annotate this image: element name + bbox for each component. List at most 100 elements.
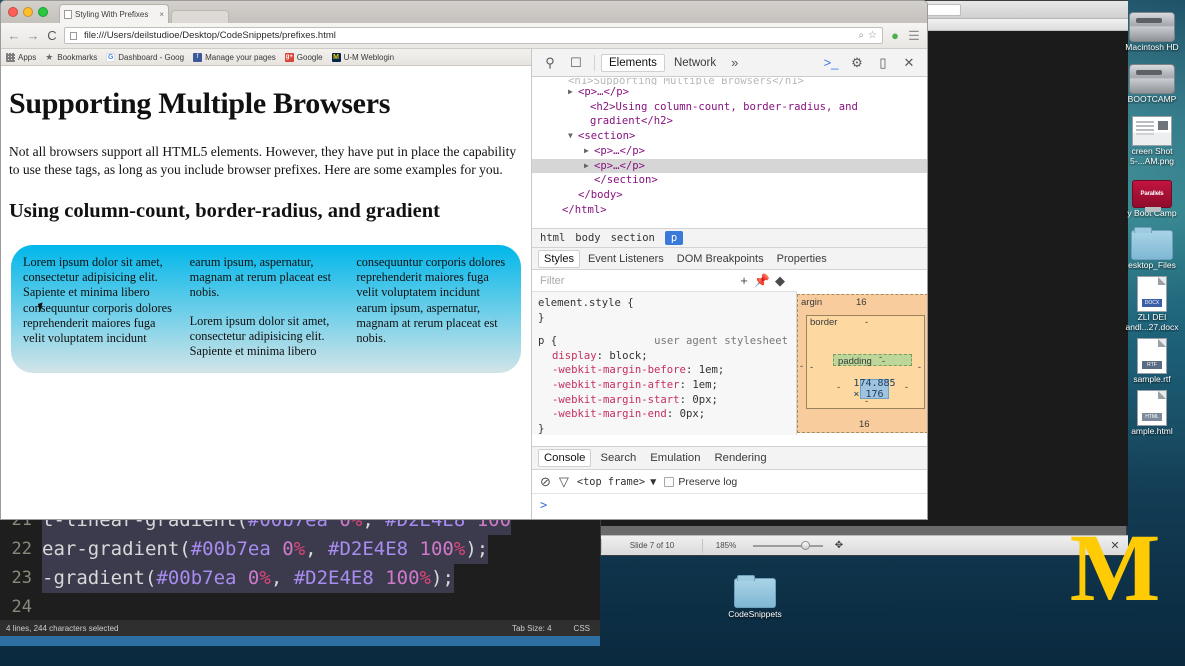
declaration-property[interactable]: -webkit-margin-start (552, 394, 680, 406)
margin-bottom-value[interactable]: 16 (859, 419, 870, 430)
chevron-down-icon[interactable]: ▼ (650, 476, 656, 488)
back-button[interactable]: ← (7, 29, 21, 43)
bookmark-dashboard[interactable]: G Dashboard - Goog (106, 53, 184, 62)
tab-styles[interactable]: Styles (538, 250, 580, 268)
desktop-icon-sample-html[interactable]: HTML ample.html (1119, 386, 1185, 436)
declaration[interactable]: -webkit-margin-end: 0px; (538, 407, 796, 422)
declaration-value[interactable]: 1em; (699, 364, 725, 376)
padding-left-value[interactable]: - (837, 382, 840, 393)
dom-row-selected[interactable]: ▶ <p>…</p> (532, 159, 927, 174)
tab-size-status[interactable]: Tab Size: 4 (512, 624, 574, 633)
bookmark-um-weblogin[interactable]: M U-M Weblogin (332, 53, 395, 62)
maximize-window-button[interactable] (38, 7, 48, 17)
box-model-content-size[interactable]: 174.885 × 176 (860, 379, 889, 399)
rule-header[interactable]: p { user agent stylesheet (538, 334, 796, 349)
syntax-mode-status[interactable]: CSS (574, 624, 600, 633)
desktop-icon-bootcamp[interactable]: BOOTCAMP (1119, 54, 1185, 104)
clear-console-icon[interactable]: ⊘ (540, 474, 551, 490)
menu-icon[interactable]: ☰ (907, 29, 921, 43)
console-input[interactable]: > (532, 494, 927, 516)
code-editor-window[interactable]: 21 t-linear-gradient(#00b7ea 0%, #D2E4E8… (0, 506, 600, 636)
zoom-search-icon[interactable]: ⌕ (858, 30, 864, 41)
zoom-level-label[interactable]: 185% (703, 541, 749, 550)
dom-row[interactable]: ▼ <section> (532, 129, 927, 144)
tab-elements[interactable]: Elements (601, 54, 665, 72)
code-line[interactable]: 23 -gradient(#00b7ea 0%, #D2E4E8 100%); (0, 564, 600, 593)
declaration[interactable]: display: block; (538, 349, 796, 364)
browser-tab-inactive[interactable] (171, 10, 229, 23)
dom-tree[interactable]: <h1>Supporting Multiple Browsers</h1> ▶ … (532, 77, 927, 228)
breadcrumb-p[interactable]: p (665, 231, 683, 245)
tab-dom-breakpoints[interactable]: DOM Breakpoints (672, 251, 769, 267)
reload-button[interactable]: C (45, 29, 59, 43)
breadcrumb-section[interactable]: section (611, 232, 655, 244)
styles-rules-list[interactable]: element.style { } p { user agent stylesh… (532, 292, 797, 435)
declaration-value[interactable]: 0px; (692, 394, 718, 406)
code-text[interactable]: ear-gradient(#00b7ea 0%, #D2E4E8 100%); (42, 535, 488, 564)
search-inspect-icon[interactable]: ⚲ (538, 52, 562, 74)
declaration-value[interactable]: 1em; (692, 379, 718, 391)
browser-tab-active[interactable]: Styling With Prefixes × (59, 4, 169, 23)
declaration[interactable]: -webkit-margin-before: 1em; (538, 363, 796, 378)
collapse-triangle-icon[interactable]: ▼ (568, 129, 578, 144)
window-traffic-lights[interactable] (8, 7, 48, 17)
more-tabs-button[interactable]: » (725, 55, 744, 70)
box-model-border[interactable]: border - - - - padding - - - - 174.885 ×… (806, 315, 925, 409)
box-model-margin[interactable]: argin 16 16 - border - - - - padding - - (797, 294, 927, 433)
tab-search[interactable]: Search (595, 450, 641, 466)
tab-rendering[interactable]: Rendering (710, 450, 772, 466)
checkbox[interactable] (664, 477, 674, 487)
box-model-padding[interactable]: padding - - - - 174.885 × 176 (833, 354, 912, 366)
desktop-icon-bootcamp-parallels[interactable]: Parallels y Boot Camp (1119, 168, 1185, 218)
declaration[interactable]: -webkit-margin-after: 1em; (538, 378, 796, 393)
extension-icon[interactable]: ● (888, 29, 902, 43)
console-prompt-icon[interactable]: >_ (819, 52, 843, 74)
expand-triangle-icon[interactable]: ▶ (584, 144, 594, 159)
bookmark-bookmarks[interactable]: ★ Bookmarks (45, 53, 97, 62)
declaration-value[interactable]: block; (609, 350, 647, 362)
code-line[interactable]: 24 (0, 593, 600, 622)
desktop-icon-screenshot[interactable]: creen Shot 5-...AM.png (1119, 106, 1185, 166)
chrome-browser-window[interactable]: Styling With Prefixes × ← → C file:///Us… (0, 0, 928, 520)
breadcrumb-body[interactable]: body (575, 232, 600, 244)
close-window-button[interactable] (8, 7, 18, 17)
page-viewport[interactable]: Supporting Multiple Browsers Not all bro… (1, 73, 531, 520)
device-toolbar-icon[interactable]: ☐ (564, 52, 588, 74)
border-top-value[interactable]: - (865, 317, 868, 328)
declaration[interactable]: -webkit-margin-start: 0px; (538, 393, 796, 408)
desktop-icon-desktop-files[interactable]: esktop_Files (1119, 220, 1185, 270)
dock-side-icon[interactable]: ▯ (871, 52, 895, 74)
dom-row[interactable]: <h2>Using column-count, border-radius, a… (532, 100, 927, 129)
filter-input[interactable]: Filter (540, 275, 564, 287)
padding-right-value[interactable]: - (905, 382, 908, 393)
frame-selector[interactable]: <top frame> ▼ (577, 476, 656, 488)
margin-left-value[interactable]: - (800, 361, 803, 372)
plus-icon[interactable]: + (735, 273, 753, 288)
rule-selector[interactable]: p { (538, 335, 557, 347)
bookmark-google[interactable]: g+ Google (285, 53, 323, 62)
border-left-value[interactable]: - (810, 362, 813, 373)
tab-properties[interactable]: Properties (772, 251, 832, 267)
desktop-icon-docx[interactable]: DOCX ZLI DEI andl...27.docx (1119, 272, 1185, 332)
desktop-icon-sample-rtf[interactable]: RTF sample.rtf (1119, 334, 1185, 384)
minimize-window-button[interactable] (23, 7, 33, 17)
tab-event-listeners[interactable]: Event Listeners (583, 251, 669, 267)
tab-emulation[interactable]: Emulation (645, 450, 705, 466)
bookmark-apps[interactable]: Apps (6, 53, 36, 62)
code-text[interactable]: -gradient(#00b7ea 0%, #D2E4E8 100%); (42, 564, 454, 593)
filter-funnel-icon[interactable]: ▽ (559, 474, 569, 490)
declaration-property[interactable]: -webkit-margin-before (552, 364, 686, 376)
devtools-drawer[interactable]: Console Search Emulation Rendering ⊘ ▽ <… (532, 446, 927, 520)
zoom-slider-knob[interactable] (801, 541, 810, 550)
rule-selector[interactable]: element.style { (538, 296, 796, 311)
margin-top-value[interactable]: 16 (856, 297, 867, 308)
dom-row[interactable]: </body> (532, 188, 927, 203)
pin-icon[interactable]: 📌 (753, 273, 771, 289)
element-state-icon[interactable]: ◆ (771, 273, 789, 289)
declaration-property[interactable]: -webkit-margin-end (552, 408, 667, 420)
declaration-property[interactable]: -webkit-margin-after (552, 379, 680, 391)
close-icon[interactable]: ✕ (897, 52, 921, 74)
breadcrumb-html[interactable]: html (540, 232, 565, 244)
border-right-value[interactable]: - (918, 362, 921, 373)
padding-bottom-value[interactable]: - (879, 352, 882, 363)
